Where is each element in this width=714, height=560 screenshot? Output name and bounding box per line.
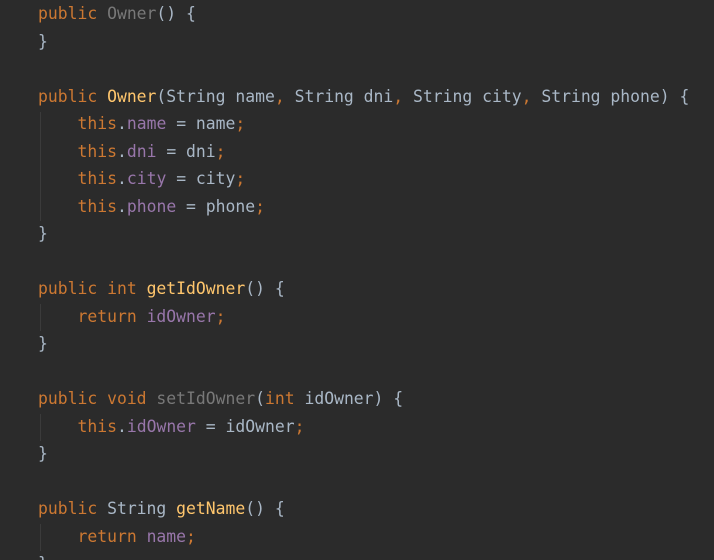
code-token: int (264, 389, 305, 408)
code-token: () { (156, 4, 196, 23)
code-token: return (77, 306, 147, 326)
code-line[interactable]: public Owner() { (38, 0, 196, 27)
code-token: getName (176, 499, 246, 518)
code-token: public (38, 279, 108, 298)
code-token: Owner (107, 86, 157, 106)
code-line[interactable]: } (38, 220, 48, 247)
code-line[interactable]: this.name = name; (38, 110, 245, 137)
code-token: this (77, 141, 117, 161)
code-token: String (107, 499, 177, 518)
code-token: void (107, 389, 157, 408)
code-line[interactable]: return idOwner; (38, 303, 226, 330)
code-token: } (38, 444, 48, 463)
code-token: ; (255, 196, 266, 216)
code-token: String dni (294, 86, 394, 106)
code-token: public (38, 4, 108, 23)
code-token: idOwner (146, 306, 216, 326)
code-token: . (116, 196, 127, 216)
code-token: = dni (156, 141, 216, 161)
code-token: . (116, 169, 127, 188)
code-token: public (38, 86, 108, 106)
code-token: , (393, 86, 414, 106)
code-token: () { (245, 499, 285, 518)
code-token: name (126, 114, 167, 133)
code-token: = name (166, 114, 236, 133)
code-line[interactable]: public String getName() { (38, 495, 285, 522)
code-line[interactable]: this.dni = dni; (38, 138, 226, 165)
code-token: . (116, 141, 127, 161)
code-line[interactable]: } (38, 440, 48, 467)
code-token: (String name (156, 86, 275, 106)
code-line[interactable]: return name; (38, 523, 196, 550)
code-token: name (146, 526, 187, 546)
code-token: ; (186, 526, 196, 546)
code-line[interactable]: this.phone = phone; (38, 193, 265, 220)
code-token: dni (126, 141, 157, 161)
code-token: ; (294, 416, 305, 436)
code-line[interactable]: } (38, 550, 48, 560)
code-token: , (274, 86, 295, 106)
code-token: this (77, 416, 117, 436)
code-editor[interactable]: public Owner() {} public Owner(String nam… (0, 0, 714, 560)
code-token: getIdOwner (146, 279, 246, 298)
code-token: } (38, 224, 48, 243)
code-token: Owner (107, 4, 157, 23)
code-token: . (116, 114, 127, 133)
code-token: String city (413, 86, 522, 106)
code-token: , (521, 86, 542, 106)
code-token: ( (255, 389, 265, 408)
code-token: setIdOwner (156, 389, 256, 408)
code-token: } (38, 334, 48, 353)
code-token: = idOwner (195, 416, 295, 436)
code-token: this (77, 114, 117, 133)
code-token: . (116, 416, 127, 436)
code-token: city (126, 169, 167, 188)
code-token: idOwner) { (304, 389, 404, 408)
code-token: this (77, 169, 117, 188)
code-token: idOwner (126, 416, 196, 436)
code-token: public (38, 499, 108, 518)
code-token: int (107, 279, 147, 298)
code-token: ; (235, 114, 246, 133)
code-token: return (77, 526, 147, 546)
code-line[interactable]: } (38, 330, 48, 357)
code-token: ; (235, 169, 246, 188)
code-token: = city (166, 169, 236, 188)
code-token: public (38, 389, 108, 408)
code-line[interactable]: public void setIdOwner(int idOwner) { (38, 385, 403, 412)
code-token: ; (215, 306, 226, 326)
code-line[interactable]: public Owner(String name, String dni, St… (38, 83, 689, 110)
code-token: this (77, 196, 117, 216)
code-token: } (38, 31, 48, 51)
code-token: String phone) { (541, 86, 690, 106)
code-line[interactable]: public int getIdOwner() { (38, 275, 285, 302)
code-token: phone (126, 196, 177, 216)
code-line[interactable]: this.idOwner = idOwner; (38, 413, 304, 440)
code-token: () { (245, 279, 285, 298)
code-line[interactable]: } (38, 28, 48, 55)
code-line[interactable]: this.city = city; (38, 165, 245, 192)
code-token: } (38, 554, 48, 560)
code-token: ; (215, 141, 226, 161)
code-token: = phone (176, 196, 256, 216)
